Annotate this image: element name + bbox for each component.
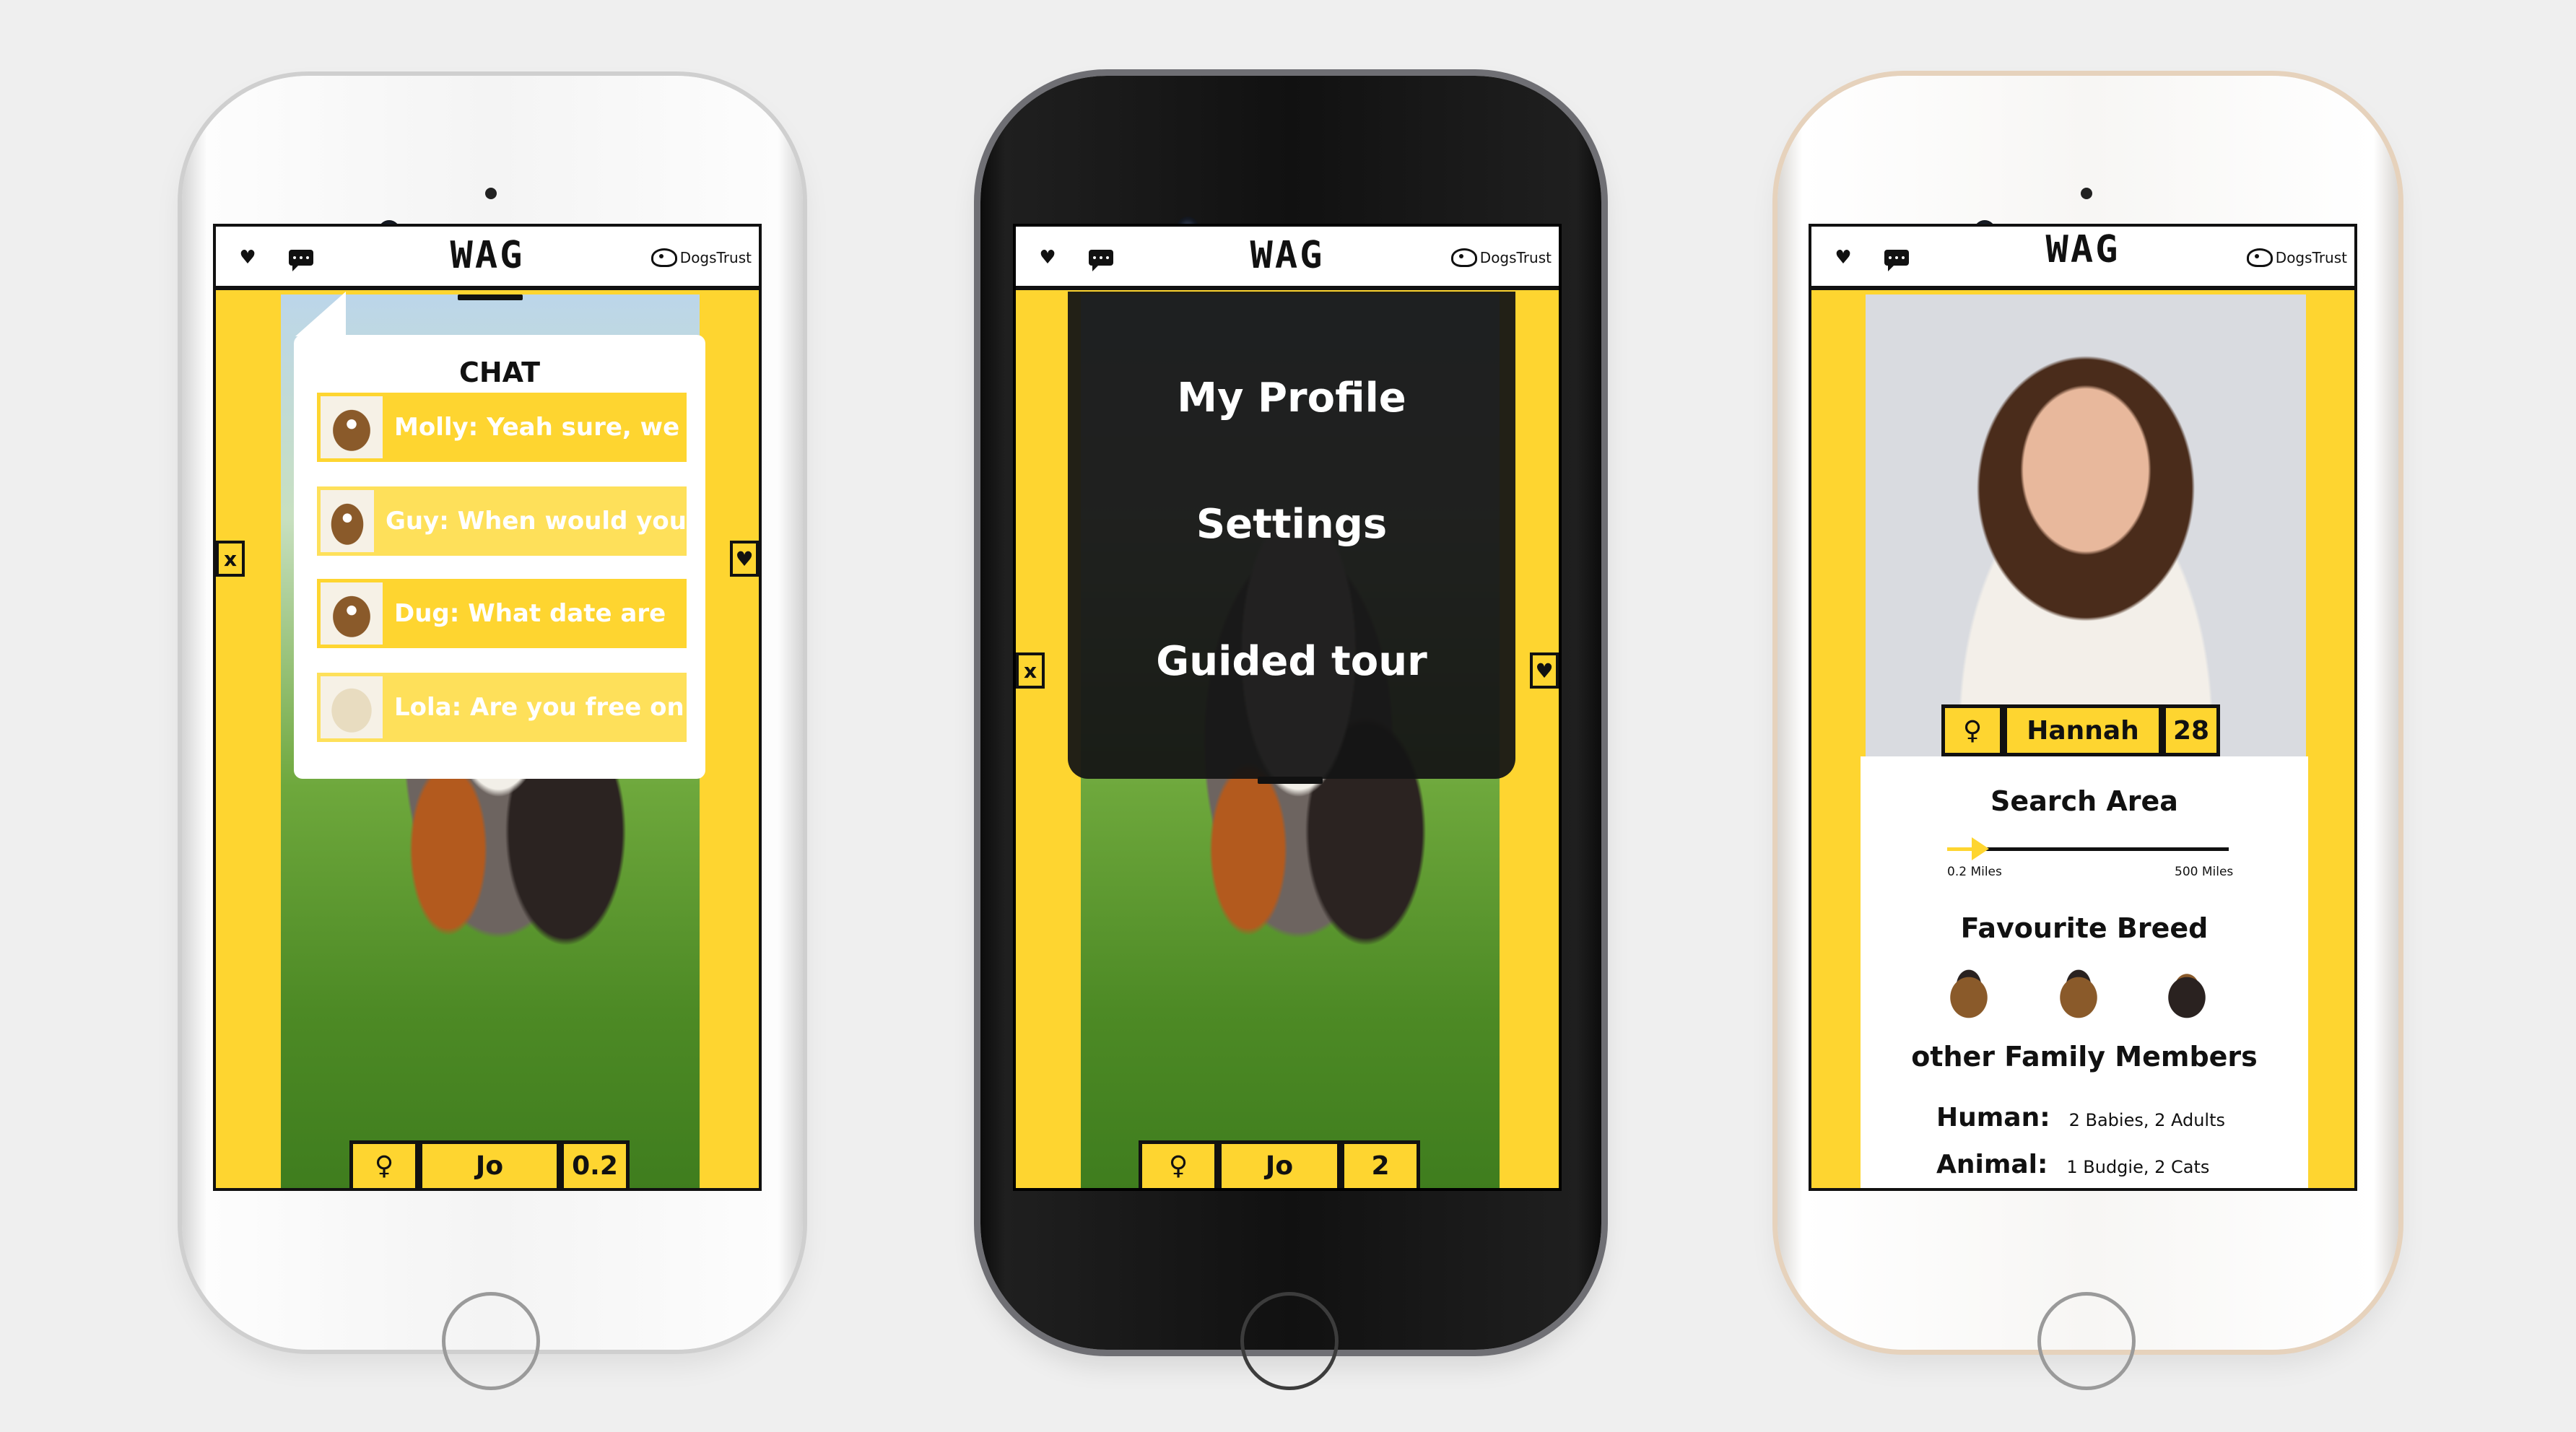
app-screen: ♥ WAG DogsTrust x ♥ CHAT Molly: Yeah sur… <box>213 224 762 1191</box>
female-symbol-icon: ♀ <box>1139 1140 1218 1188</box>
family-members-label: other Family Members <box>1911 1041 2258 1073</box>
breed-icon[interactable] <box>2158 966 2216 1023</box>
profile-name-bar: ♀ Hannah 28 <box>1941 704 2220 756</box>
menu-item-guided-tour[interactable]: Guided tour <box>1068 638 1515 685</box>
dogstrust-logo: DogsTrust <box>1450 248 1552 267</box>
phone-chat: ♥ WAG DogsTrust x ♥ CHAT Molly: Yeah sur… <box>182 76 803 1390</box>
brand-label: DogsTrust <box>679 249 752 266</box>
profile-settings-panel: Search Area 0.2 Miles 500 Miles Favourit… <box>1861 756 2308 1188</box>
animal-row: Animal: 1 Budgie, 2 Cats <box>1936 1150 2209 1179</box>
chat-item[interactable]: Guy: When would you <box>317 486 687 556</box>
phone-menu: ♥ WAG DogsTrust x ♥ My Profile Settings … <box>980 76 1601 1390</box>
chat-item[interactable]: Dug: What date are <box>317 579 687 648</box>
avatar <box>321 582 383 645</box>
home-button[interactable] <box>442 1292 540 1390</box>
top-bar: ♥ WAG DogsTrust <box>1811 227 2354 290</box>
profile-name: Jo <box>1218 1140 1341 1188</box>
female-symbol-icon: ♀ <box>1941 704 2003 756</box>
menu-item-settings[interactable]: Settings <box>1068 501 1515 548</box>
avatar <box>321 396 383 458</box>
dogstrust-dog-icon <box>1450 248 1477 267</box>
drag-handle[interactable] <box>458 294 523 300</box>
home-button[interactable] <box>2037 1292 2136 1390</box>
avatar <box>321 676 383 738</box>
dogstrust-logo: DogsTrust <box>2246 248 2347 267</box>
slider-thumb[interactable] <box>1972 837 1989 860</box>
proximity-sensor <box>485 188 497 199</box>
chat-preview: Dug: What date are <box>394 599 666 628</box>
profile-bar: ♀ Jo 0.2 <box>349 1140 630 1188</box>
drag-handle[interactable] <box>1258 777 1323 784</box>
chat-title: CHAT <box>458 357 541 388</box>
breed-icon[interactable] <box>1940 966 1998 1023</box>
human-value: 2 Babies, 2 Adults <box>2068 1110 2226 1130</box>
menu-item-my-profile[interactable]: My Profile <box>1068 375 1515 422</box>
chat-preview: Guy: When would you <box>385 507 687 536</box>
phone-profile: ♥ WAG DogsTrust ♀ Hannah 28 Search Area … <box>1777 76 2398 1390</box>
chat-preview: Lola: Are you free on <box>394 693 684 722</box>
slider-max-label: 500 Miles <box>2175 865 2234 879</box>
chat-item[interactable]: Molly: Yeah sure, we <box>317 393 687 462</box>
x-icon[interactable]: x <box>1016 652 1045 689</box>
slider-min-label: 0.2 Miles <box>1947 865 2002 879</box>
brand-label: DogsTrust <box>2275 249 2347 266</box>
avatar <box>321 490 374 552</box>
female-symbol-icon: ♀ <box>349 1140 419 1188</box>
profile-age: 28 <box>2162 704 2220 756</box>
dogstrust-dog-icon <box>650 248 677 267</box>
favourite-breed-label: Favourite Breed <box>1960 912 2209 944</box>
x-icon[interactable]: x <box>216 541 245 577</box>
home-button[interactable] <box>1240 1292 1339 1390</box>
heart-check-icon[interactable]: ♥ <box>730 541 759 577</box>
breed-icon[interactable] <box>2050 966 2107 1023</box>
profile-bar: ♀ Jo 2 <box>1139 1140 1420 1188</box>
dogstrust-logo: DogsTrust <box>650 248 752 267</box>
top-bar: ♥ WAG DogsTrust <box>1016 227 1559 290</box>
search-area-label: Search Area <box>1990 785 2178 817</box>
main-menu: My Profile Settings Guided tour <box>1068 292 1515 779</box>
profile-photo <box>1866 294 2306 756</box>
human-row: Human: 2 Babies, 2 Adults <box>1936 1103 2225 1132</box>
animal-label: Animal: <box>1936 1150 2048 1179</box>
animal-value: 1 Budgie, 2 Cats <box>2066 1157 2210 1177</box>
dogstrust-dog-icon <box>2246 248 2273 267</box>
chat-popup: CHAT Molly: Yeah sure, we Guy: When woul… <box>294 292 705 779</box>
app-screen: ♥ WAG DogsTrust ♀ Hannah 28 Search Area … <box>1809 224 2357 1191</box>
heart-check-icon[interactable]: ♥ <box>1530 652 1559 689</box>
app-screen: ♥ WAG DogsTrust x ♥ My Profile Settings … <box>1013 224 1562 1191</box>
distance: 2 <box>1341 1140 1420 1188</box>
brand-label: DogsTrust <box>1479 249 1552 266</box>
top-bar: ♥ WAG DogsTrust <box>216 227 759 290</box>
human-label: Human: <box>1936 1103 2050 1132</box>
search-area-slider[interactable] <box>1947 847 2229 851</box>
profile-name: Hannah <box>2003 704 2162 756</box>
proximity-sensor <box>2081 188 2092 199</box>
profile-name: Jo <box>419 1140 560 1188</box>
chat-preview: Molly: Yeah sure, we <box>394 413 680 442</box>
chat-item[interactable]: Lola: Are you free on <box>317 673 687 742</box>
distance: 0.2 <box>560 1140 630 1188</box>
